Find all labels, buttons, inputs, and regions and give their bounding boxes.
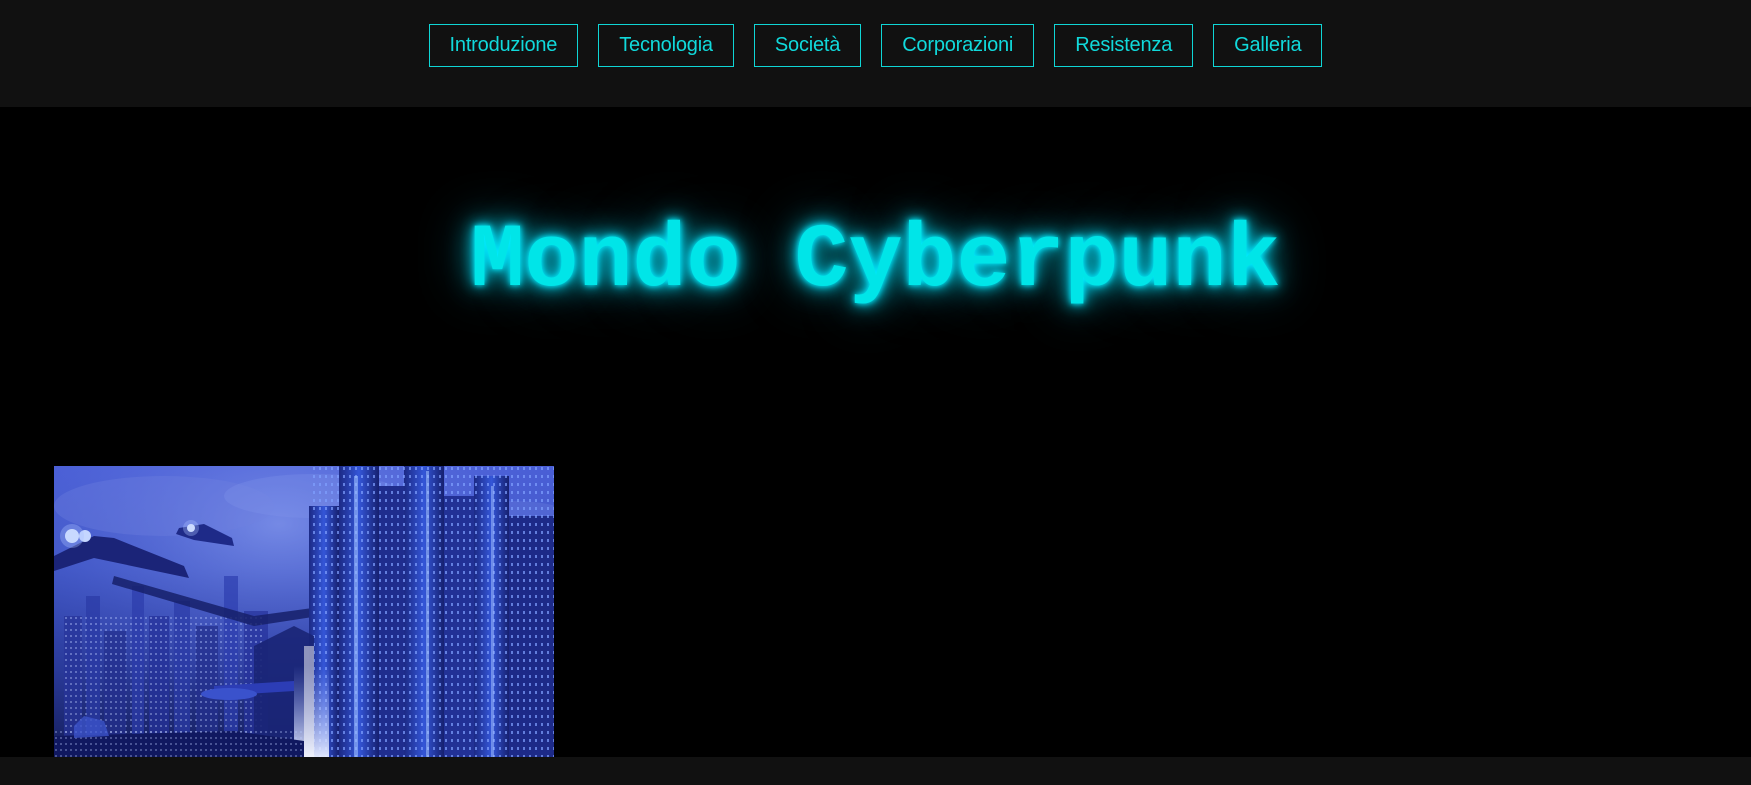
cyberpunk-city-image xyxy=(54,466,554,757)
nav-link-tecnologia[interactable]: Tecnologia xyxy=(598,24,734,67)
nav-link-galleria[interactable]: Galleria xyxy=(1213,24,1323,67)
page-title: Mondo Cyberpunk xyxy=(470,211,1281,313)
nav-link-societa[interactable]: Società xyxy=(753,24,862,67)
top-navigation-bar: Introduzione Tecnologia Società Corporaz… xyxy=(0,0,1751,107)
cityscape-illustration xyxy=(54,466,554,757)
nav-link-corporazioni[interactable]: Corporazioni xyxy=(881,24,1035,67)
nav-link-introduzione[interactable]: Introduzione xyxy=(428,24,579,67)
nav-menu: Introduzione Tecnologia Società Corporaz… xyxy=(0,24,1751,67)
nav-link-resistenza[interactable]: Resistenza xyxy=(1054,24,1194,67)
footer-bar xyxy=(0,757,1751,785)
